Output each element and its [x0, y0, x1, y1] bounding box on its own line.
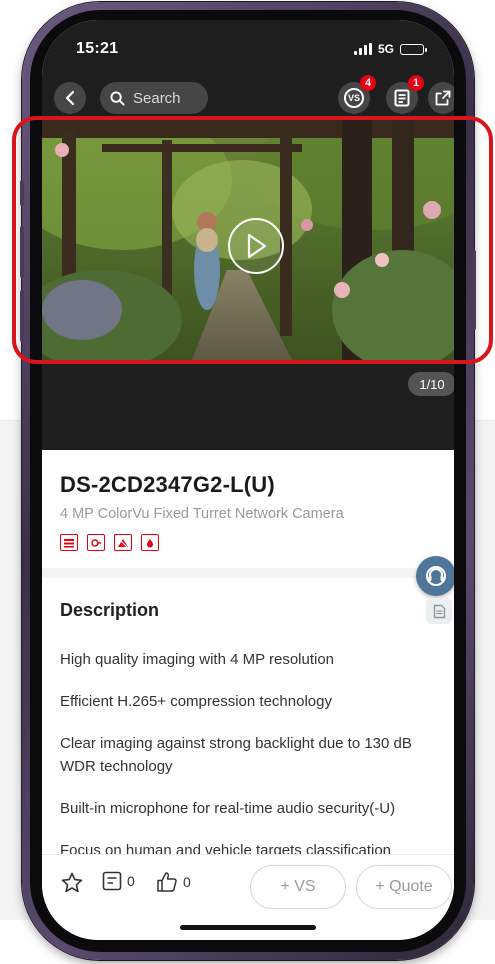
power-button [472, 250, 476, 330]
document-icon [433, 604, 445, 618]
app-screen: 15:21 5G Search VS 4 1 1/10 DS-2CD2347G2… [42, 20, 454, 940]
section-divider [42, 568, 454, 578]
status-time: 15:21 [76, 40, 119, 57]
compare-vs-button[interactable]: VS 4 [338, 75, 376, 114]
share-button[interactable] [428, 82, 454, 114]
home-indicator[interactable] [180, 925, 316, 930]
thumbs-up-icon [157, 872, 177, 892]
like-button[interactable]: 0 [156, 871, 191, 893]
product-subtitle: 4 MP ColorVu Fixed Turret Network Camera [60, 506, 344, 522]
add-to-quote-button[interactable]: + Quote [356, 865, 452, 909]
description-item: High quality imaging with 4 MP resolutio… [60, 651, 335, 668]
feature-icons [60, 534, 159, 551]
wdr-feature-icon [114, 534, 132, 551]
vs-icon: VS [344, 88, 364, 108]
play-button[interactable] [228, 218, 284, 274]
product-video-thumbnail[interactable] [42, 120, 454, 360]
colorvu-feature-icon [87, 534, 105, 551]
description-item: Efficient H.265+ compression technology [60, 693, 332, 710]
description-item: Built-in microphone for real-time audio … [60, 800, 396, 817]
star-icon [61, 872, 83, 893]
description-list: High quality imaging with 4 MP resolutio… [60, 648, 450, 878]
search-placeholder: Search [133, 89, 181, 107]
battery-icon [400, 43, 427, 55]
network-label: 5G [377, 42, 394, 56]
share-icon [435, 90, 451, 106]
quote-list-button[interactable]: 1 [386, 75, 424, 114]
product-model: DS-2CD2347G2-L(U) [60, 472, 275, 497]
favorite-button[interactable] [60, 871, 84, 895]
media-counter: 1/10 [408, 372, 454, 396]
mute-switch [20, 180, 24, 206]
headset-icon [426, 566, 446, 586]
chevron-left-icon [65, 90, 75, 106]
search-icon [110, 90, 125, 106]
description-item: Clear imaging against strong backlight d… [60, 735, 412, 775]
comment-icon [102, 871, 122, 891]
document-button[interactable] [426, 598, 452, 624]
comments-count: 0 [127, 873, 135, 889]
comments-button[interactable]: 0 [102, 871, 135, 891]
likes-count: 0 [183, 874, 191, 890]
list-count-badge: 1 [408, 75, 424, 91]
description-section: Description High quality imaging with 4 … [42, 578, 454, 878]
add-to-vs-button[interactable]: + VS [250, 865, 346, 909]
vs-count-badge: 4 [360, 75, 376, 91]
status-bar: 15:21 5G [42, 20, 454, 74]
volume-up-button [20, 226, 24, 278]
description-heading: Description [60, 600, 160, 620]
top-nav: Search VS 4 1 [42, 75, 454, 116]
resolution-feature-icon [60, 534, 78, 551]
signal-icon [353, 43, 372, 55]
play-icon [247, 233, 267, 259]
document-list-icon [394, 89, 410, 107]
ip67-feature-icon [141, 534, 159, 551]
customer-support-button[interactable] [416, 556, 454, 596]
back-button[interactable] [54, 82, 86, 114]
volume-down-button [20, 290, 24, 342]
search-box[interactable]: Search [100, 82, 208, 114]
